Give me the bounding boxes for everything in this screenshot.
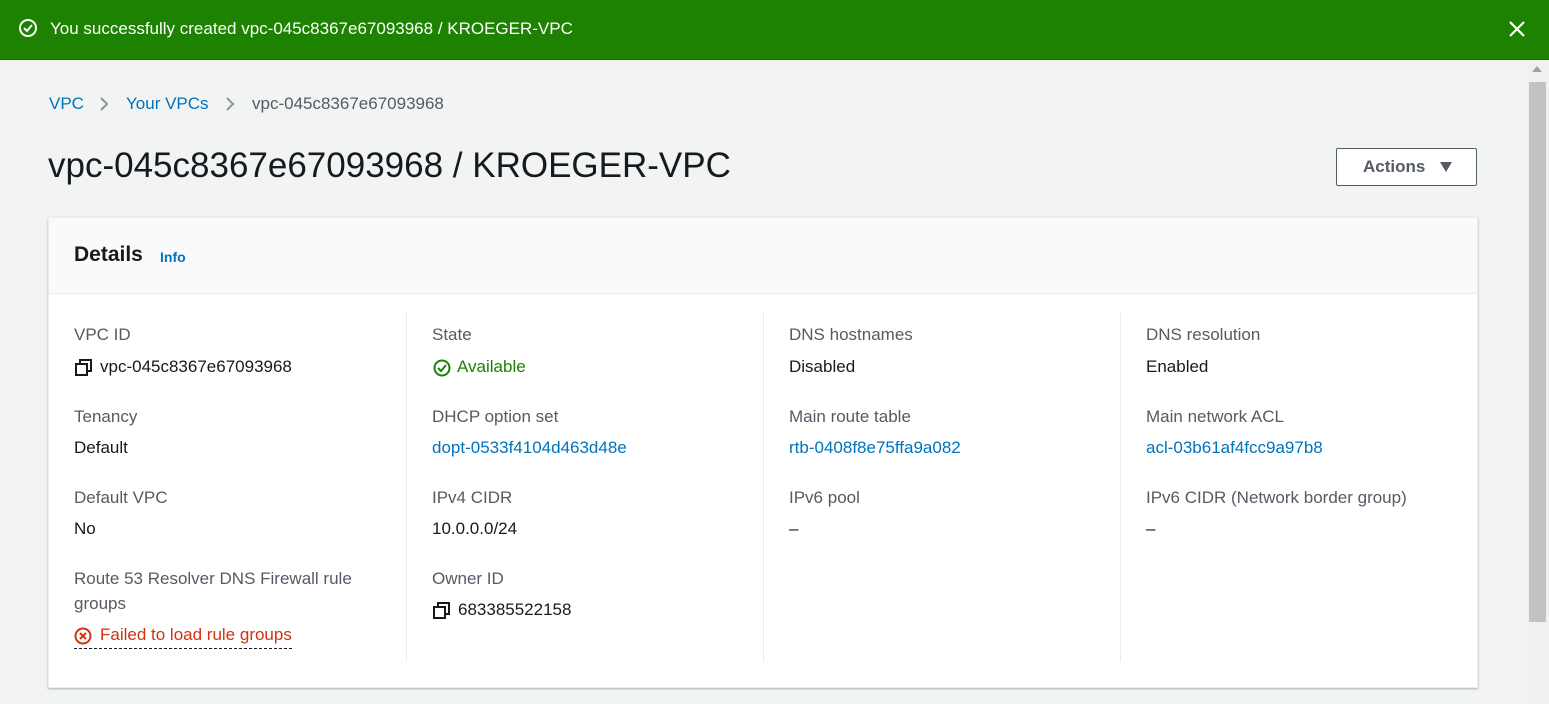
route53-firewall-label-line2: groups [74,594,126,613]
details-panel: Details Info VPC ID vpc-045c8367e6709396… [48,217,1478,688]
breadcrumb-your-vpcs[interactable]: Your VPCs [126,92,209,116]
dns-resolution-value: Enabled [1146,357,1209,376]
dhcp-option-set-label: DHCP option set [432,407,559,426]
tenancy-label: Tenancy [74,407,138,426]
info-link[interactable]: Info [160,249,186,265]
ipv4-cidr-value: 10.0.0.0/24 [432,519,518,538]
ipv6-pool-value: – [789,519,799,538]
ipv4-cidr-label: IPv4 CIDR [432,488,513,507]
vpc-id-value: vpc-045c8367e67093968 [100,357,292,376]
page-title: vpc-045c8367e67093968 / KROEGER-VPC [48,146,731,185]
main-route-table-label: Main route table [789,407,911,426]
breadcrumb-vpc[interactable]: VPC [49,92,84,116]
main-network-acl-link[interactable]: acl-03b61af4fcc9a97b8 [1146,437,1323,459]
copy-icon[interactable] [433,602,451,620]
main-network-acl-label: Main network ACL [1146,407,1284,426]
scroll-up-arrow-icon[interactable] [1532,66,1542,72]
owner-id-label: Owner ID [432,569,504,588]
tenancy-value: Default [74,438,128,457]
copy-icon[interactable] [75,359,93,377]
main-route-table-link[interactable]: rtb-0408f8e75ffa9a082 [789,437,961,459]
column-divider [1120,312,1121,662]
dhcp-option-set-link[interactable]: dopt-0533f4104d463d48e [432,437,627,459]
ipv6-cidr-value: – [1146,519,1156,538]
column-divider [763,312,764,662]
dns-resolution-label: DNS resolution [1146,325,1261,344]
actions-label: Actions [1363,157,1426,176]
vpc-id-label: VPC ID [74,325,131,344]
details-title: Details [74,243,143,266]
details-panel-header: Details Info [49,218,1477,294]
actions-dropdown-button[interactable]: Actions [1336,148,1477,186]
caret-down-icon [1440,162,1452,172]
flash-message: You successfully created vpc-045c8367e67… [50,19,573,38]
column-divider [406,312,407,662]
default-vpc-value: No [74,519,96,538]
failed-rule-groups-link[interactable]: Failed to load rule groups [74,624,292,649]
success-check-circle-icon [19,19,37,37]
chevron-right-icon [100,97,109,111]
chevron-right-icon [226,97,235,111]
success-flash-bar: You successfully created vpc-045c8367e67… [0,0,1549,60]
dns-hostnames-label: DNS hostnames [789,325,913,344]
status-available-icon [433,359,451,377]
breadcrumb-current: vpc-045c8367e67093968 [252,94,444,113]
route53-firewall-label-line1: Route 53 Resolver DNS Firewall rule [74,569,352,588]
ipv6-cidr-label: IPv6 CIDR (Network border group) [1146,488,1407,507]
default-vpc-label: Default VPC [74,488,168,507]
state-value: Available [457,357,526,376]
ipv6-pool-label: IPv6 pool [789,488,860,507]
dns-hostnames-value: Disabled [789,357,856,376]
owner-id-value: 683385522158 [458,600,572,619]
scrollbar-thumb[interactable] [1529,82,1546,622]
close-icon[interactable] [1505,17,1529,41]
state-label: State [432,325,472,344]
